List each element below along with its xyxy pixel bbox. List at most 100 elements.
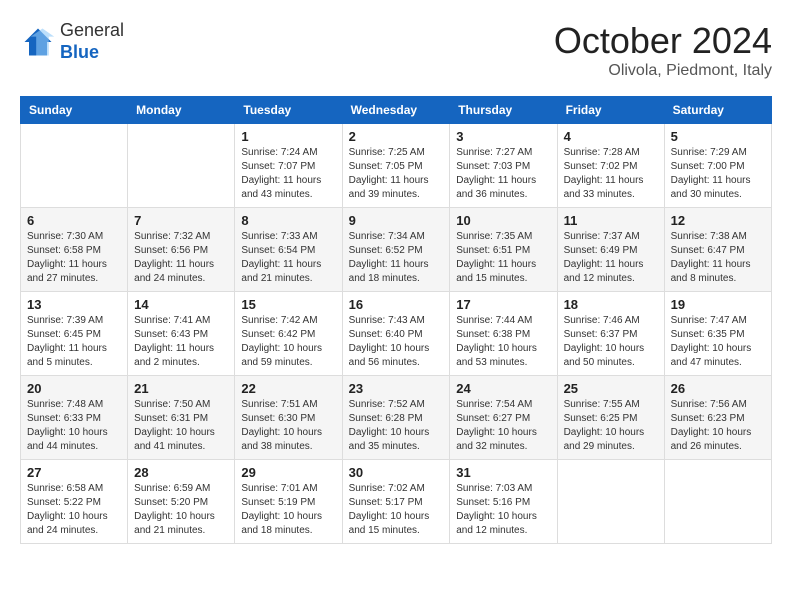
day-number: 12: [671, 213, 765, 228]
day-info: Sunrise: 7:28 AM Sunset: 7:02 PM Dayligh…: [564, 146, 658, 202]
day-info: Sunrise: 7:41 AM Sunset: 6:43 PM Dayligh…: [134, 314, 228, 370]
day-number: 4: [564, 129, 658, 144]
day-info: Sunrise: 7:48 AM Sunset: 6:33 PM Dayligh…: [27, 398, 121, 454]
day-number: 3: [456, 129, 550, 144]
calendar-cell: 20 Sunrise: 7:48 AM Sunset: 6:33 PM Dayli…: [21, 376, 128, 460]
calendar-cell: 7 Sunrise: 7:32 AM Sunset: 6:56 PM Daylig…: [128, 208, 235, 292]
day-number: 9: [349, 213, 444, 228]
calendar-cell: 5 Sunrise: 7:29 AM Sunset: 7:00 PM Daylig…: [664, 124, 771, 208]
calendar-day-header: Friday: [557, 97, 664, 124]
day-info: Sunrise: 7:32 AM Sunset: 6:56 PM Dayligh…: [134, 230, 228, 286]
calendar-cell: 30 Sunrise: 7:02 AM Sunset: 5:17 PM Dayli…: [342, 460, 450, 544]
calendar-cell: 10 Sunrise: 7:35 AM Sunset: 6:51 PM Dayli…: [450, 208, 557, 292]
day-info: Sunrise: 7:25 AM Sunset: 7:05 PM Dayligh…: [349, 146, 444, 202]
day-number: 8: [241, 213, 335, 228]
day-number: 26: [671, 381, 765, 396]
calendar-cell: 13 Sunrise: 7:39 AM Sunset: 6:45 PM Dayli…: [21, 292, 128, 376]
day-info: Sunrise: 7:30 AM Sunset: 6:58 PM Dayligh…: [27, 230, 121, 286]
day-info: Sunrise: 7:47 AM Sunset: 6:35 PM Dayligh…: [671, 314, 765, 370]
calendar-cell: [664, 460, 771, 544]
calendar-cell: [557, 460, 664, 544]
logo-icon: [20, 24, 56, 60]
day-number: 20: [27, 381, 121, 396]
calendar-cell: 21Sunrise: 7:50 AM Sunset: 6:31 PM Dayli…: [128, 376, 235, 460]
calendar-cell: 24Sunrise: 7:54 AM Sunset: 6:27 PM Dayli…: [450, 376, 557, 460]
calendar-day-header: Saturday: [664, 97, 771, 124]
day-number: 7: [134, 213, 228, 228]
calendar-cell: 9 Sunrise: 7:34 AM Sunset: 6:52 PM Daylig…: [342, 208, 450, 292]
logo-text: General Blue: [60, 20, 124, 63]
day-info: Sunrise: 7:42 AM Sunset: 6:42 PM Dayligh…: [241, 314, 335, 370]
day-info: Sunrise: 7:37 AM Sunset: 6:49 PM Dayligh…: [564, 230, 658, 286]
calendar-week-row: 6 Sunrise: 7:30 AM Sunset: 6:58 PM Daylig…: [21, 208, 772, 292]
calendar-week-row: 27Sunrise: 6:58 AM Sunset: 5:22 PM Dayli…: [21, 460, 772, 544]
calendar-week-row: 1 Sunrise: 7:24 AM Sunset: 7:07 PM Daylig…: [21, 124, 772, 208]
day-number: 29: [241, 465, 335, 480]
day-info: Sunrise: 6:58 AM Sunset: 5:22 PM Dayligh…: [27, 482, 121, 538]
day-info: Sunrise: 7:24 AM Sunset: 7:07 PM Dayligh…: [241, 146, 335, 202]
calendar-cell: 23 Sunrise: 7:52 AM Sunset: 6:28 PM Dayli…: [342, 376, 450, 460]
calendar-cell: 25Sunrise: 7:55 AM Sunset: 6:25 PM Dayli…: [557, 376, 664, 460]
day-info: Sunrise: 7:01 AM Sunset: 5:19 PM Dayligh…: [241, 482, 335, 538]
day-number: 23: [349, 381, 444, 396]
calendar-cell: 2 Sunrise: 7:25 AM Sunset: 7:05 PM Daylig…: [342, 124, 450, 208]
day-number: 1: [241, 129, 335, 144]
day-number: 13: [27, 297, 121, 312]
day-info: Sunrise: 7:34 AM Sunset: 6:52 PM Dayligh…: [349, 230, 444, 286]
calendar-cell: 28Sunrise: 6:59 AM Sunset: 5:20 PM Dayli…: [128, 460, 235, 544]
day-number: 10: [456, 213, 550, 228]
month-title: October 2024: [554, 20, 772, 62]
calendar-cell: 29 Sunrise: 7:01 AM Sunset: 5:19 PM Dayli…: [235, 460, 342, 544]
day-info: Sunrise: 7:51 AM Sunset: 6:30 PM Dayligh…: [241, 398, 335, 454]
calendar-cell: [21, 124, 128, 208]
calendar-cell: 18 Sunrise: 7:46 AM Sunset: 6:37 PM Dayli…: [557, 292, 664, 376]
calendar-day-header: Wednesday: [342, 97, 450, 124]
day-number: 30: [349, 465, 444, 480]
logo-general: General: [60, 20, 124, 40]
day-info: Sunrise: 7:52 AM Sunset: 6:28 PM Dayligh…: [349, 398, 444, 454]
day-number: 28: [134, 465, 228, 480]
calendar-cell: [128, 124, 235, 208]
calendar-header-row: SundayMondayTuesdayWednesdayThursdayFrid…: [21, 97, 772, 124]
day-info: Sunrise: 7:29 AM Sunset: 7:00 PM Dayligh…: [671, 146, 765, 202]
calendar-cell: 4 Sunrise: 7:28 AM Sunset: 7:02 PM Daylig…: [557, 124, 664, 208]
calendar-week-row: 13 Sunrise: 7:39 AM Sunset: 6:45 PM Dayli…: [21, 292, 772, 376]
calendar-cell: 27Sunrise: 6:58 AM Sunset: 5:22 PM Dayli…: [21, 460, 128, 544]
calendar-cell: 12 Sunrise: 7:38 AM Sunset: 6:47 PM Dayli…: [664, 208, 771, 292]
calendar-cell: 11Sunrise: 7:37 AM Sunset: 6:49 PM Dayli…: [557, 208, 664, 292]
day-info: Sunrise: 7:50 AM Sunset: 6:31 PM Dayligh…: [134, 398, 228, 454]
day-info: Sunrise: 7:56 AM Sunset: 6:23 PM Dayligh…: [671, 398, 765, 454]
day-number: 6: [27, 213, 121, 228]
day-info: Sunrise: 7:39 AM Sunset: 6:45 PM Dayligh…: [27, 314, 121, 370]
day-number: 17: [456, 297, 550, 312]
calendar-day-header: Tuesday: [235, 97, 342, 124]
calendar: SundayMondayTuesdayWednesdayThursdayFrid…: [20, 96, 772, 544]
calendar-cell: 8Sunrise: 7:33 AM Sunset: 6:54 PM Daylig…: [235, 208, 342, 292]
page-header: General Blue October 2024 Olivola, Piedm…: [20, 20, 772, 80]
title-block: October 2024 Olivola, Piedmont, Italy: [554, 20, 772, 80]
calendar-cell: 14 Sunrise: 7:41 AM Sunset: 6:43 PM Dayli…: [128, 292, 235, 376]
calendar-day-header: Thursday: [450, 97, 557, 124]
day-number: 2: [349, 129, 444, 144]
calendar-week-row: 20 Sunrise: 7:48 AM Sunset: 6:33 PM Dayli…: [21, 376, 772, 460]
day-info: Sunrise: 7:02 AM Sunset: 5:17 PM Dayligh…: [349, 482, 444, 538]
day-info: Sunrise: 7:38 AM Sunset: 6:47 PM Dayligh…: [671, 230, 765, 286]
day-number: 5: [671, 129, 765, 144]
day-info: Sunrise: 7:35 AM Sunset: 6:51 PM Dayligh…: [456, 230, 550, 286]
logo-blue: Blue: [60, 42, 99, 62]
location-title: Olivola, Piedmont, Italy: [554, 62, 772, 80]
day-info: Sunrise: 7:55 AM Sunset: 6:25 PM Dayligh…: [564, 398, 658, 454]
calendar-day-header: Sunday: [21, 97, 128, 124]
day-info: Sunrise: 7:46 AM Sunset: 6:37 PM Dayligh…: [564, 314, 658, 370]
day-info: Sunrise: 7:54 AM Sunset: 6:27 PM Dayligh…: [456, 398, 550, 454]
calendar-cell: 3Sunrise: 7:27 AM Sunset: 7:03 PM Daylig…: [450, 124, 557, 208]
day-number: 31: [456, 465, 550, 480]
day-number: 15: [241, 297, 335, 312]
day-number: 16: [349, 297, 444, 312]
calendar-cell: 22Sunrise: 7:51 AM Sunset: 6:30 PM Dayli…: [235, 376, 342, 460]
day-number: 18: [564, 297, 658, 312]
calendar-cell: 1 Sunrise: 7:24 AM Sunset: 7:07 PM Daylig…: [235, 124, 342, 208]
day-number: 14: [134, 297, 228, 312]
calendar-cell: 17Sunrise: 7:44 AM Sunset: 6:38 PM Dayli…: [450, 292, 557, 376]
calendar-cell: 16Sunrise: 7:43 AM Sunset: 6:40 PM Dayli…: [342, 292, 450, 376]
